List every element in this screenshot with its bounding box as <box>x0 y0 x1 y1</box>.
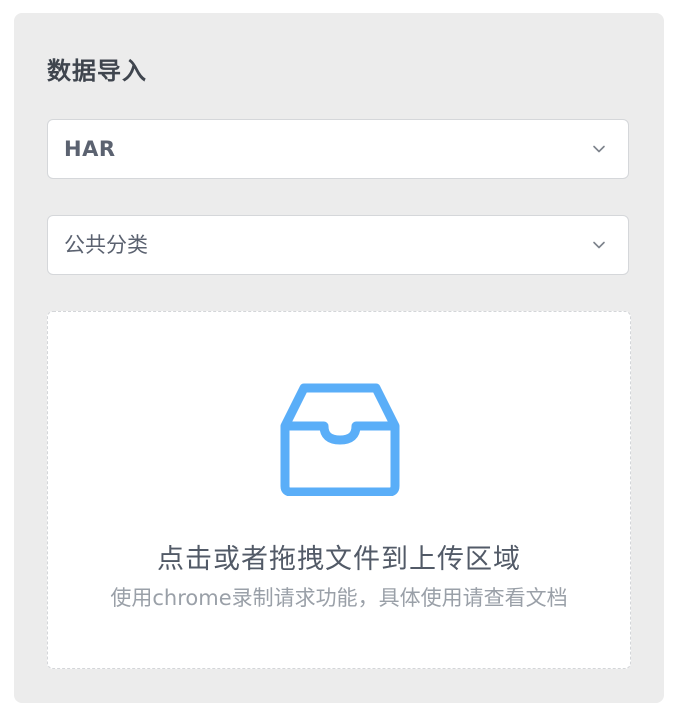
import-type-select[interactable]: HAR <box>47 119 629 179</box>
category-select[interactable]: 公共分类 <box>47 215 629 275</box>
chevron-down-icon <box>593 145 605 153</box>
panel-title: 数据导入 <box>47 57 147 85</box>
inbox-icon <box>280 383 400 496</box>
import-type-value: HAR <box>64 137 116 161</box>
upload-dropzone[interactable]: 点击或者拖拽文件到上传区域 使用chrome录制请求功能，具体使用请查看文档 <box>47 311 631 669</box>
data-import-panel: 数据导入 HAR 公共分类 点击或者拖拽文件到上传区域 使用chrome录制请求… <box>14 13 664 703</box>
category-value: 公共分类 <box>64 233 148 257</box>
upload-main-text: 点击或者拖拽文件到上传区域 <box>157 544 521 575</box>
chevron-down-icon <box>593 241 605 249</box>
upload-hint-text: 使用chrome录制请求功能，具体使用请查看文档 <box>110 586 568 610</box>
